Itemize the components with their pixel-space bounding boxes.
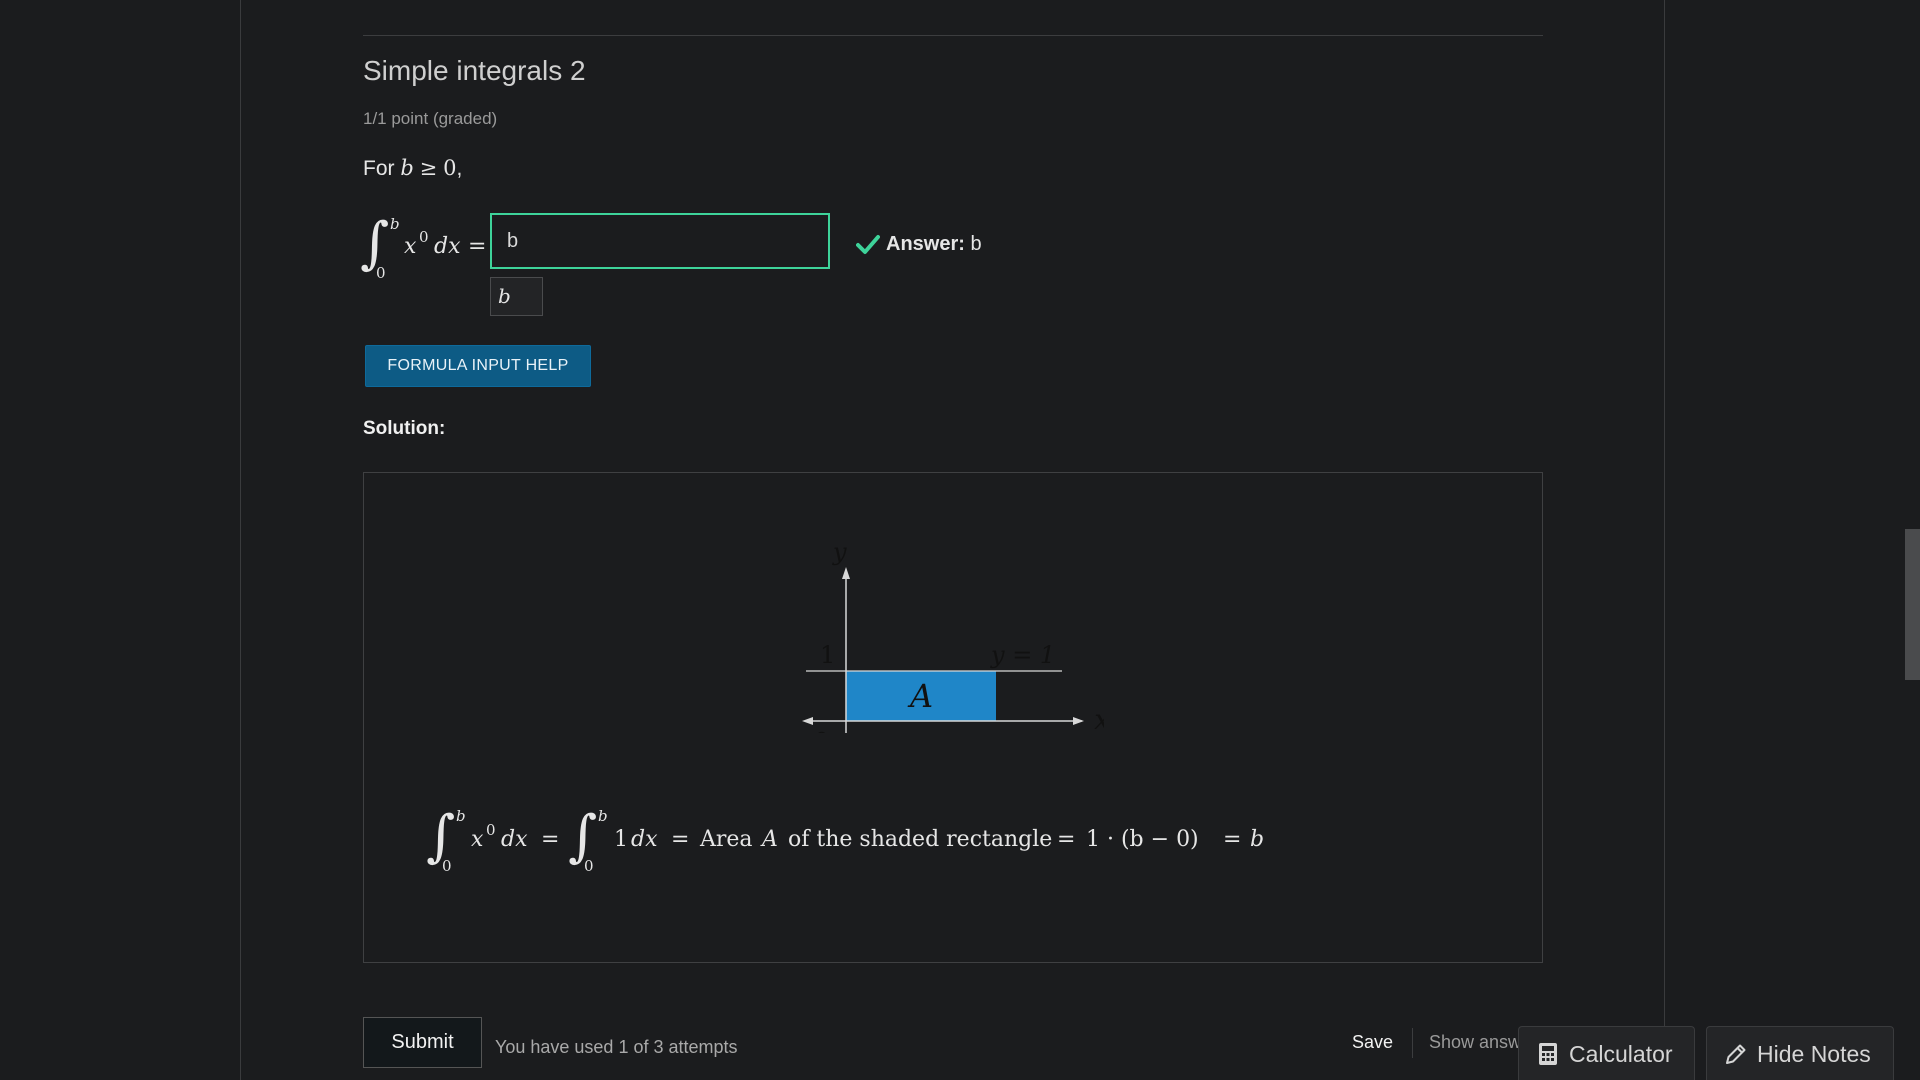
answer-input[interactable]: b <box>490 213 830 269</box>
solution-label: Solution: <box>363 418 446 439</box>
calculator-icon <box>1539 1043 1557 1065</box>
differential: dx <box>434 234 461 259</box>
sol-dx-1: dx <box>501 827 528 852</box>
calculator-button[interactable]: Calculator <box>1518 1026 1695 1080</box>
answer-status-value: b <box>970 233 982 255</box>
sol-eq-1: = <box>541 827 560 852</box>
x-axis-arrow-icon <box>1073 717 1084 725</box>
sol-integrand-exp: 0 <box>486 821 496 839</box>
submit-button[interactable]: Submit <box>363 1017 482 1068</box>
sol-area-var: A <box>762 827 778 852</box>
lower-limit: 0 <box>376 264 386 282</box>
sol-result: b <box>1250 827 1265 852</box>
prompt-var: b <box>400 156 414 180</box>
equals-sign: = <box>468 234 487 259</box>
integrand-exponent: 0 <box>419 228 429 246</box>
sol-product: 1 · (b − 0) <box>1086 827 1199 852</box>
sol-one: 1 <box>614 827 628 852</box>
x-origin-label: 0 <box>814 728 829 733</box>
content-left-border <box>240 0 241 1080</box>
problem-title: Simple integrals 2 <box>363 55 586 86</box>
page-root: Simple integrals 2 1/1 point (graded) Fo… <box>0 0 1920 1080</box>
action-divider <box>1412 1028 1413 1058</box>
problem-prompt: For b ≥ 0, <box>363 156 462 181</box>
sol-area-text: Area <box>700 827 753 852</box>
x-axis-left-arrow-icon <box>802 717 813 725</box>
solution-equation: ∫ b 0 x 0 dx = ∫ b 0 1 dx = Area A of th… <box>426 805 1326 885</box>
calculator-label: Calculator <box>1569 1041 1673 1067</box>
sol-eq-3: = <box>1057 827 1076 852</box>
region-label: A <box>907 677 933 715</box>
sol-area-tail: of the shaded rectangle <box>788 827 1053 852</box>
sol-lower-limit-2: 0 <box>584 857 594 875</box>
sol-integrand-base: x <box>471 827 484 852</box>
sol-lower-limit-1: 0 <box>442 857 452 875</box>
prompt-suffix: , <box>456 157 463 180</box>
y-tick-label: 1 <box>820 641 835 669</box>
sol-dx-2: dx <box>631 827 658 852</box>
x-axis-label: x <box>1094 703 1104 733</box>
points-label: 1/1 point (graded) <box>363 109 498 128</box>
integrand-base: x <box>404 234 417 259</box>
hide-notes-label: Hide Notes <box>1757 1041 1871 1067</box>
show-answer-button[interactable]: Show answer <box>1429 1032 1521 1053</box>
sol-eq-4: = <box>1223 827 1242 852</box>
content-right-border <box>1664 0 1665 1080</box>
formula-input-help-button[interactable]: FORMULA INPUT HELP <box>365 345 591 387</box>
prompt-zero: 0 <box>443 156 457 180</box>
prompt-prefix: For <box>363 157 395 180</box>
formula-preview: b <box>490 277 543 316</box>
scrollbar-thumb[interactable] <box>1905 529 1920 680</box>
question-equation: ∫ b 0 x 0 dx = <box>360 212 490 287</box>
section-divider <box>363 35 1543 36</box>
solution-box: y x 1 0 b y = 1 A ∫ b 0 x 0 dx = ∫ b 0 1… <box>363 472 1543 963</box>
upper-limit: b <box>390 215 400 233</box>
answer-status: Answer: b <box>886 233 982 256</box>
line-label: y = 1 <box>990 641 1055 669</box>
save-button[interactable]: Save <box>1352 1032 1393 1053</box>
attempts-text: You have used 1 of 3 attempts <box>495 1037 738 1057</box>
y-axis-label: y <box>832 538 847 566</box>
solution-figure: y x 1 0 b y = 1 A <box>802 538 1104 733</box>
prompt-rel: ≥ <box>419 156 438 180</box>
correct-check-icon <box>856 235 880 254</box>
hide-notes-button[interactable]: Hide Notes <box>1706 1026 1894 1080</box>
pencil-icon <box>1726 1044 1746 1064</box>
y-axis-arrow-icon <box>842 567 850 579</box>
sol-eq-2: = <box>671 827 690 852</box>
sol-upper-limit-1: b <box>456 807 466 825</box>
sol-upper-limit-2: b <box>598 807 608 825</box>
answer-status-label: Answer: <box>886 233 965 255</box>
x-tick-label: b <box>989 731 1004 733</box>
